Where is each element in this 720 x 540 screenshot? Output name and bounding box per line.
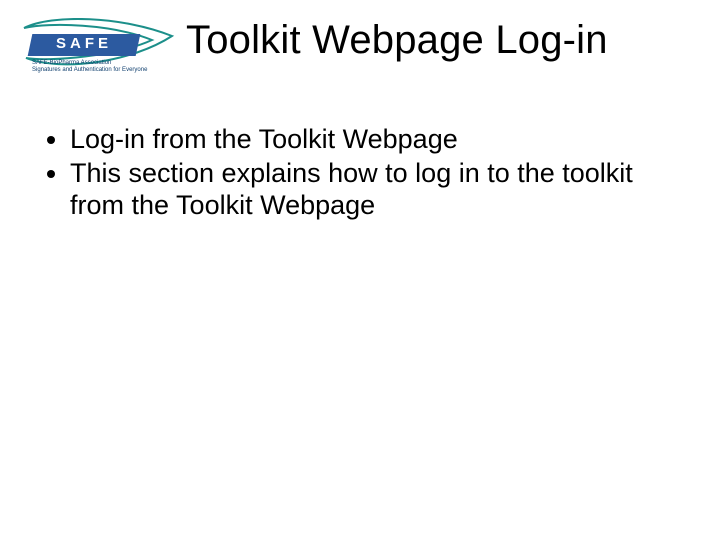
list-item: This section explains how to log in to t… bbox=[70, 158, 684, 222]
logo-text-main: SAFE bbox=[34, 35, 134, 52]
slide: SAFE SAFE-BioPharma Association Signatur… bbox=[0, 0, 720, 540]
logo-sub-line2: Signatures and Authentication for Everyo… bbox=[32, 67, 147, 74]
slide-title: Toolkit Webpage Log-in bbox=[186, 18, 608, 63]
slide-body: Log-in from the Toolkit Webpage This sec… bbox=[36, 124, 684, 224]
logo-sub-line1: SAFE-BioPharma Association bbox=[32, 60, 147, 67]
list-item: Log-in from the Toolkit Webpage bbox=[70, 124, 684, 156]
logo-subtext: SAFE-BioPharma Association Signatures an… bbox=[32, 60, 147, 74]
bullet-list: Log-in from the Toolkit Webpage This sec… bbox=[36, 124, 684, 222]
safe-logo: SAFE SAFE-BioPharma Association Signatur… bbox=[24, 16, 164, 86]
